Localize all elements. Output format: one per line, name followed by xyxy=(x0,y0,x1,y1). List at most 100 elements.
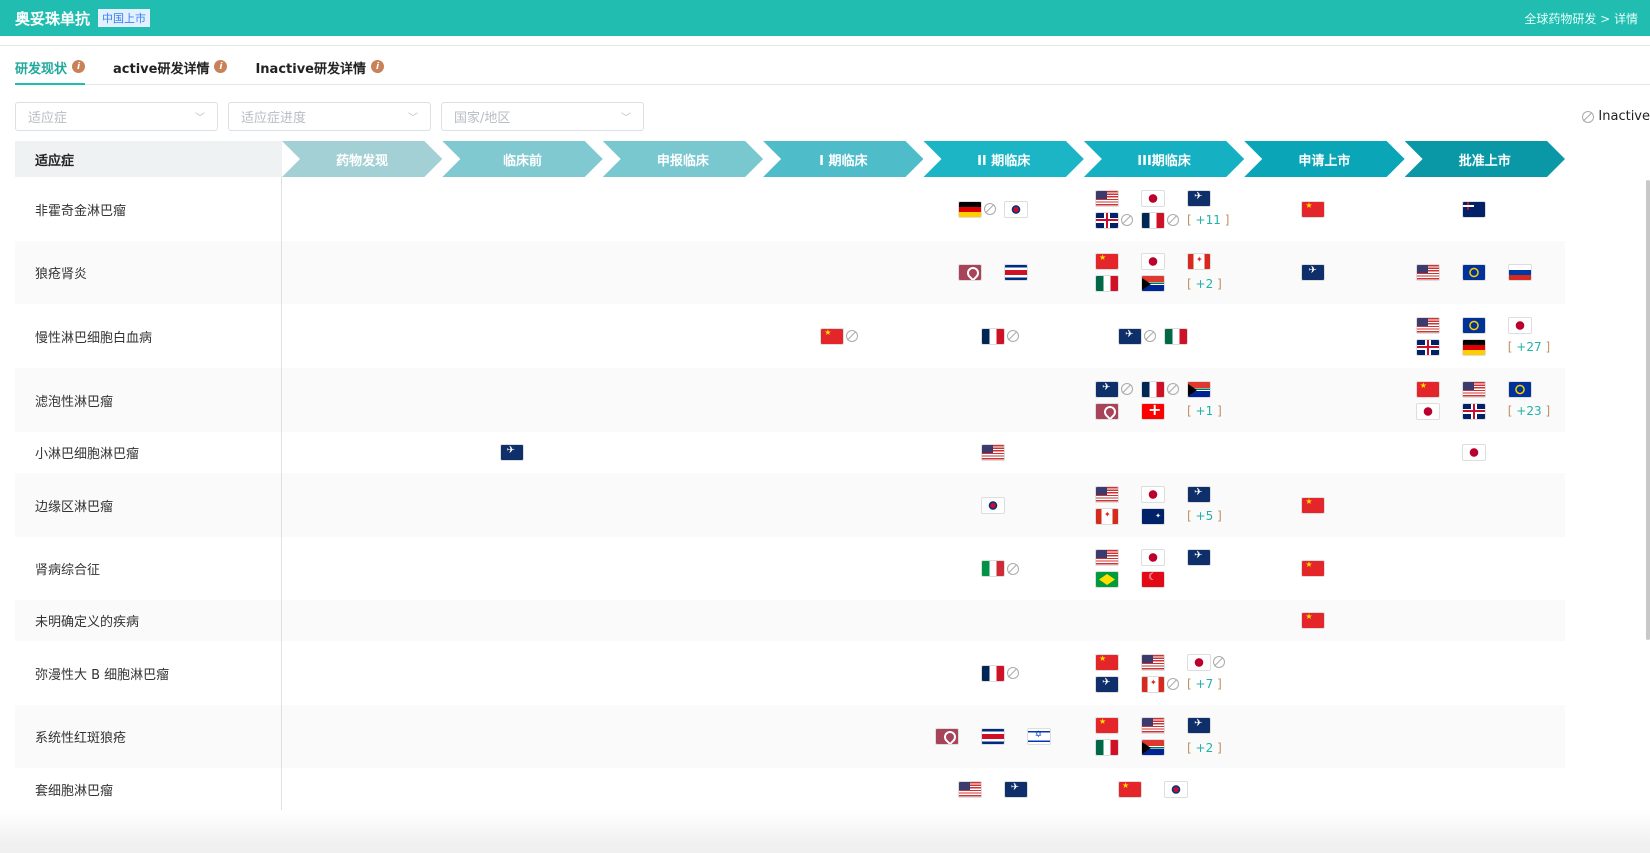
country-flag[interactable] xyxy=(1141,275,1166,293)
country-flag[interactable] xyxy=(1461,444,1486,462)
flag-us-icon[interactable] xyxy=(1095,549,1120,566)
flag-cr-icon[interactable] xyxy=(1003,264,1028,281)
flag-ema-icon[interactable] xyxy=(1187,549,1212,566)
country-flag[interactable] xyxy=(1415,380,1440,398)
flag-cn-icon[interactable] xyxy=(1095,653,1120,671)
info-icon[interactable]: i xyxy=(72,60,86,73)
country-flag[interactable] xyxy=(1095,675,1120,693)
country-flag[interactable] xyxy=(1141,189,1166,207)
flag-jp-icon[interactable] xyxy=(1461,444,1486,461)
indication-name[interactable]: 系统性红斑狼疮 xyxy=(15,705,282,768)
country-flag[interactable] xyxy=(1461,380,1486,398)
country-flag[interactable] xyxy=(1003,264,1028,282)
more-countries-link[interactable]: [ +7 ] xyxy=(1187,675,1222,693)
flag-ru-icon[interactable] xyxy=(1507,264,1532,281)
country-flag[interactable] xyxy=(1415,316,1440,334)
flag-au-icon[interactable] xyxy=(1141,507,1166,525)
country-flag[interactable] xyxy=(1003,200,1028,218)
more-countries-link[interactable]: [ +23 ] xyxy=(1508,402,1550,420)
country-flag[interactable] xyxy=(1187,653,1226,671)
country-flag[interactable] xyxy=(1118,327,1157,345)
flag-br-icon[interactable] xyxy=(1095,571,1120,588)
country-flag[interactable] xyxy=(1461,264,1486,282)
country-flag[interactable] xyxy=(1301,612,1326,630)
flag-ema-icon[interactable] xyxy=(1187,485,1212,503)
more-countries-link[interactable]: [ +27 ] xyxy=(1508,338,1550,356)
country-flag[interactable] xyxy=(957,264,982,282)
country-flag[interactable] xyxy=(1187,253,1212,271)
country-flag[interactable] xyxy=(1187,717,1212,735)
country-flag[interactable] xyxy=(1003,780,1028,798)
flag-ca-icon[interactable] xyxy=(1187,253,1212,270)
flag-jp-icon[interactable] xyxy=(1141,549,1166,566)
flag-jp-icon[interactable] xyxy=(1141,253,1166,270)
indication-name[interactable]: 慢性淋巴细胞白血病 xyxy=(15,304,282,368)
info-icon[interactable]: i xyxy=(214,60,228,73)
country-flag[interactable] xyxy=(1095,211,1134,229)
flag-pin-icon[interactable] xyxy=(1095,402,1120,420)
flag-za-icon[interactable] xyxy=(1141,739,1166,756)
flag-ca-icon[interactable] xyxy=(1141,675,1166,693)
flag-fr-icon[interactable] xyxy=(1141,380,1166,398)
flag-jp-icon[interactable] xyxy=(1187,653,1212,671)
flag-cn-icon[interactable] xyxy=(1118,780,1143,798)
more-countries-link[interactable]: [ +2 ] xyxy=(1187,739,1222,757)
flag-gb-icon[interactable] xyxy=(1415,338,1440,356)
flag-cn-icon[interactable] xyxy=(1095,717,1120,734)
flag-kr-icon[interactable] xyxy=(980,496,1005,514)
country-flag[interactable] xyxy=(1095,653,1120,671)
country-flag[interactable] xyxy=(1095,507,1120,525)
flag-pin-icon[interactable] xyxy=(934,728,959,745)
flag-fr-icon[interactable] xyxy=(1141,211,1166,229)
country-flag[interactable] xyxy=(980,444,1005,462)
country-flag[interactable] xyxy=(1187,380,1212,398)
country-flag[interactable] xyxy=(1141,549,1166,567)
country-flag[interactable] xyxy=(1461,338,1486,356)
flag-ema-icon[interactable] xyxy=(1187,189,1212,207)
flag-mx-icon[interactable] xyxy=(1164,327,1189,345)
flag-mx-icon[interactable] xyxy=(1095,739,1120,756)
flag-eu-icon[interactable] xyxy=(1507,380,1532,398)
country-flag[interactable] xyxy=(1095,739,1120,757)
indication-name[interactable]: 肾病综合征 xyxy=(15,537,282,600)
country-flag[interactable] xyxy=(1301,496,1326,514)
flag-fr-icon[interactable] xyxy=(980,327,1005,345)
flag-jp-icon[interactable] xyxy=(1141,189,1166,207)
flag-kr-icon[interactable] xyxy=(1164,780,1189,798)
flag-gb-icon[interactable] xyxy=(1461,402,1486,420)
country-flag[interactable] xyxy=(1415,338,1440,356)
country-flag[interactable] xyxy=(957,780,982,798)
country-flag[interactable] xyxy=(1187,189,1212,207)
country-flag[interactable] xyxy=(1141,211,1180,229)
tab-status[interactable]: 研发现状 i xyxy=(15,58,86,85)
indication-name[interactable]: 非霍奇金淋巴瘤 xyxy=(15,177,282,241)
flag-us-icon[interactable] xyxy=(1141,717,1166,734)
country-flag[interactable] xyxy=(1141,739,1166,757)
flag-fr-icon[interactable] xyxy=(980,664,1005,682)
flag-nz-icon[interactable] xyxy=(1461,200,1486,218)
country-flag[interactable] xyxy=(1141,675,1180,693)
country-flag[interactable] xyxy=(1095,717,1120,735)
flag-cn-icon[interactable] xyxy=(1415,380,1440,398)
indication-name[interactable]: 小淋巴细胞淋巴瘤 xyxy=(15,432,282,473)
country-flag[interactable] xyxy=(1187,549,1212,567)
country-flag[interactable] xyxy=(1141,380,1180,398)
country-flag[interactable] xyxy=(1095,253,1120,271)
country-flag[interactable] xyxy=(1507,380,1532,398)
country-flag[interactable] xyxy=(957,200,996,218)
flag-cn-icon[interactable] xyxy=(1301,560,1326,577)
flag-ema-icon[interactable] xyxy=(1003,780,1028,798)
indication-name[interactable]: 未明确定义的疾病 xyxy=(15,600,282,641)
flag-ema-icon[interactable] xyxy=(1187,717,1212,734)
country-flag[interactable] xyxy=(1095,380,1134,398)
country-flag[interactable] xyxy=(1141,253,1166,271)
country-flag[interactable] xyxy=(1301,560,1326,578)
country-flag[interactable] xyxy=(1141,402,1166,420)
country-flag[interactable] xyxy=(499,444,524,462)
country-flag[interactable] xyxy=(1141,485,1166,503)
country-flag[interactable] xyxy=(1095,189,1120,207)
country-flag[interactable] xyxy=(1141,717,1166,735)
country-flag[interactable] xyxy=(1095,402,1120,420)
flag-ema-icon[interactable] xyxy=(499,444,524,461)
flag-us-icon[interactable] xyxy=(980,444,1005,461)
